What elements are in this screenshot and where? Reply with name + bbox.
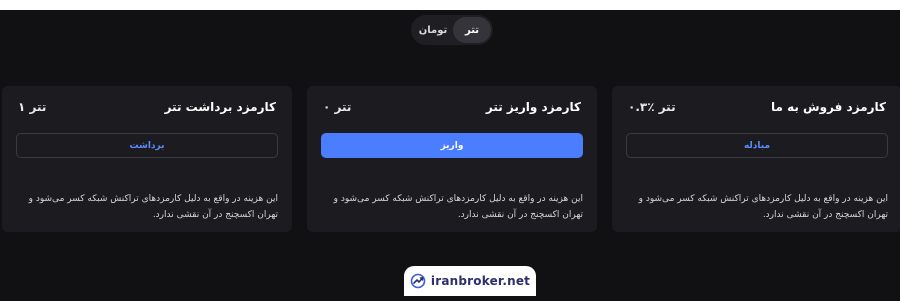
toggle-toman[interactable]: تومان (413, 17, 453, 43)
card-description: این هزینه در واقع به دلیل کارمزدهای تراک… (28, 194, 278, 220)
fees-section: تومان تتر کارمزد فروش به ما ۰.۳٪ تتر مبا… (0, 10, 900, 301)
deposit-button[interactable]: واریز (321, 133, 583, 158)
card-fee-value: ۰.۳٪ تتر (628, 100, 676, 114)
card-title: کارمزد فروش به ما (770, 100, 886, 114)
card-description: این هزینه در واقع به دلیل کارمزدهای تراک… (638, 194, 888, 220)
card-sell-fee: کارمزد فروش به ما ۰.۳٪ تتر مبادله این هز… (612, 86, 900, 232)
toggle-tether[interactable]: تتر (453, 17, 491, 43)
chart-trend-icon (410, 273, 426, 289)
currency-toggle: تومان تتر (411, 15, 493, 45)
withdraw-button[interactable]: برداشت (16, 133, 278, 158)
card-description: این هزینه در واقع به دلیل کارمزدهای تراک… (333, 194, 583, 220)
card-title: کارمزد واریز تتر (485, 100, 581, 114)
card-deposit-fee: کارمزد واریز تتر ۰ تتر واریز این هزینه د… (307, 86, 597, 232)
card-fee-value: ۰ تتر (323, 100, 352, 114)
card-withdraw-fee: کارمزد برداشت تتر ۱ تتر برداشت این هزینه… (2, 86, 292, 232)
exchange-button[interactable]: مبادله (626, 133, 888, 158)
card-title: کارمزد برداشت تتر (164, 100, 276, 114)
brand-watermark: iranbroker.net (404, 266, 536, 296)
brand-text: iranbroker.net (430, 274, 531, 288)
card-fee-value: ۱ تتر (18, 100, 47, 114)
